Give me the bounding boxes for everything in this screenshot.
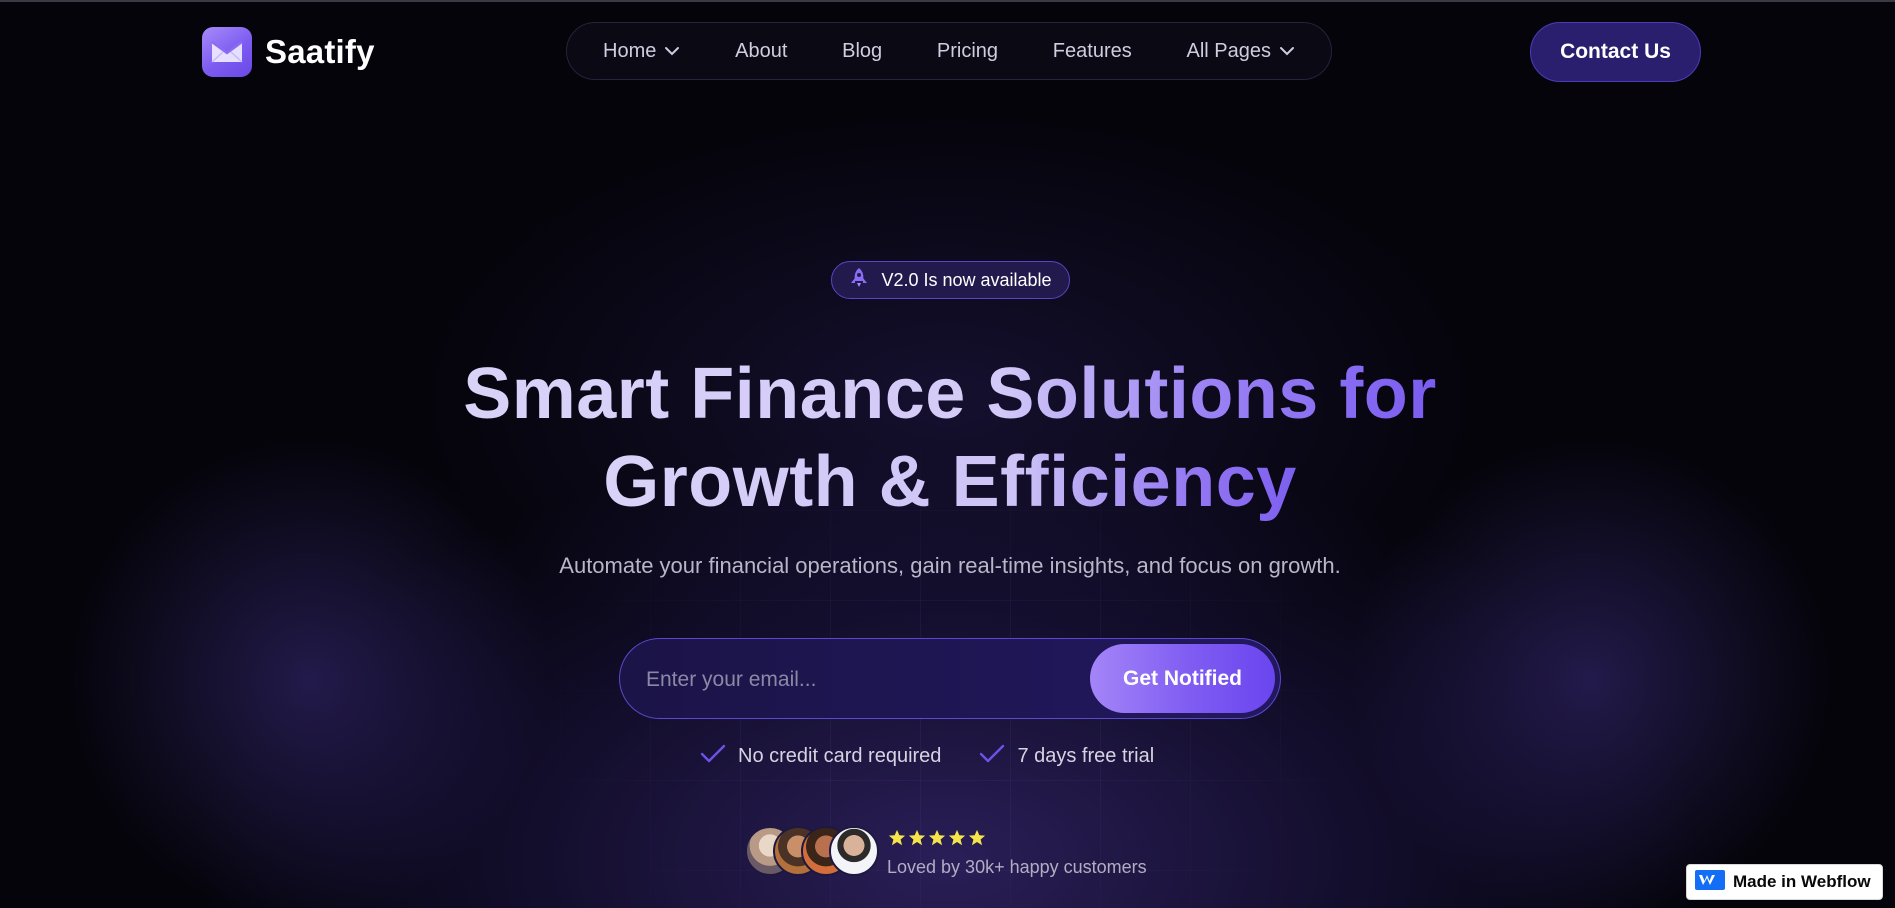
social-proof-text: Loved by 30k+ happy customers (887, 857, 1147, 877)
brand-name: Saatify (265, 33, 375, 70)
perk-text: 7 days free trial (1017, 744, 1155, 767)
perk-item: No credit card required (700, 744, 941, 769)
nav-item-label: Home (603, 39, 657, 62)
nav-item-label: Blog (842, 39, 883, 62)
webflow-logo-icon (1695, 869, 1725, 895)
main-nav: Home About Blog Pricing Features All Pag… (566, 22, 1332, 80)
nav-item-features[interactable]: Features (1053, 40, 1132, 63)
contact-us-button[interactable]: Contact Us (1530, 22, 1701, 82)
nav-item-home[interactable]: Home (603, 40, 680, 63)
chevron-down-icon (1279, 46, 1295, 56)
version-badge[interactable]: V2.0 Is now available (831, 261, 1070, 299)
hero-title-line-2: Growth & Efficiency (603, 442, 1297, 522)
brand-logo-link[interactable]: Saatify (202, 27, 375, 77)
customer-avatars (745, 826, 879, 876)
perk-item: 7 days free trial (979, 744, 1154, 769)
star-icon (888, 829, 906, 852)
star-icon (928, 829, 946, 852)
star-icon (968, 829, 986, 852)
nav-item-about[interactable]: About (735, 40, 787, 63)
perks-list: No credit card required 7 days free tria… (700, 741, 1200, 771)
hero-title-line-1: Smart Finance Solutions for (463, 354, 1437, 434)
hero-title: Smart Finance Solutions for Growth & Eff… (300, 350, 1600, 526)
nav-item-pricing[interactable]: Pricing (937, 40, 998, 63)
nav-item-blog[interactable]: Blog (842, 40, 882, 63)
made-in-webflow-badge[interactable]: Made in Webflow (1686, 864, 1883, 900)
rating-stars (888, 829, 986, 852)
check-icon (700, 744, 726, 769)
get-notified-button[interactable]: Get Notified (1090, 644, 1275, 713)
star-icon (948, 829, 966, 852)
nav-item-all-pages[interactable]: All Pages (1186, 40, 1295, 63)
nav-item-label: Pricing (936, 39, 999, 62)
nav-item-label: Features (1052, 39, 1132, 62)
nav-item-label: All Pages (1186, 39, 1271, 62)
nav-item-label: About (735, 39, 788, 62)
hero-subtitle: Automate your financial operations, gain… (559, 553, 1341, 578)
landing-page: Saatify Home About Blog Pricing Features… (0, 0, 1895, 908)
webflow-badge-label: Made in Webflow (1733, 872, 1871, 891)
chevron-down-icon (664, 46, 680, 56)
envelope-icon (202, 27, 252, 77)
star-icon (908, 829, 926, 852)
rocket-icon (849, 267, 869, 294)
check-icon (979, 744, 1005, 769)
email-input[interactable] (644, 653, 1088, 707)
email-signup-form: Get Notified (619, 638, 1281, 719)
perk-text: No credit card required (738, 744, 942, 767)
badge-text: V2.0 Is now available (881, 269, 1052, 290)
avatar (829, 826, 879, 876)
